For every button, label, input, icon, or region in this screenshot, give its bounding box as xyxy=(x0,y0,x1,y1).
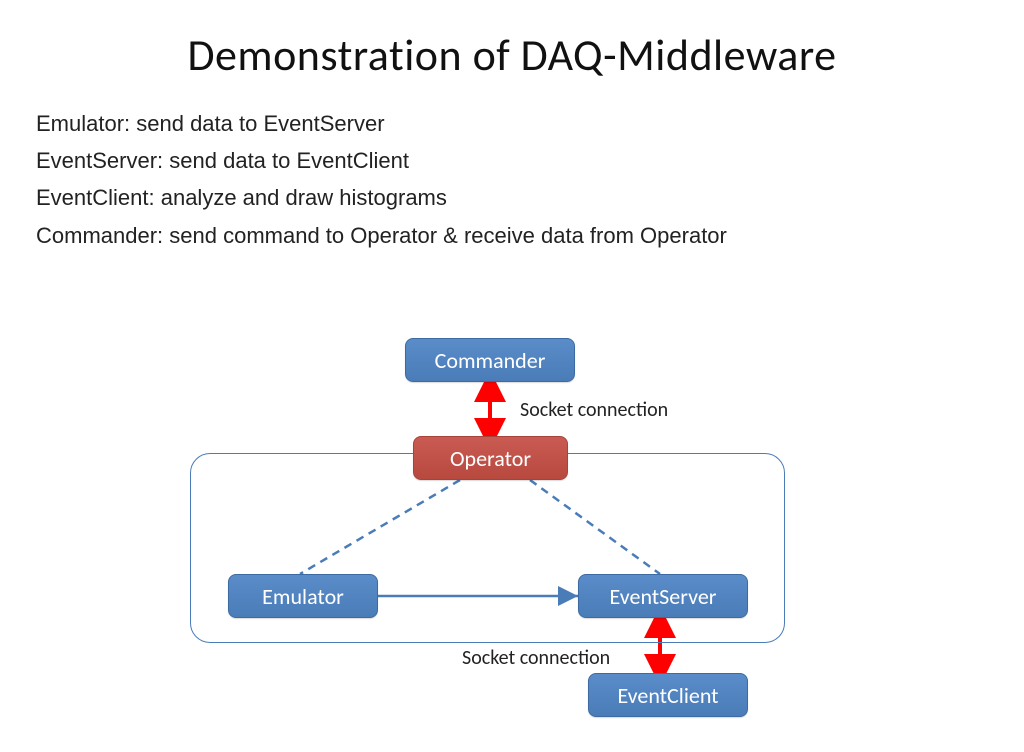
label-socket-top: Socket connection xyxy=(520,398,668,422)
node-operator: Operator xyxy=(413,436,568,480)
label-socket-bottom: Socket connection xyxy=(462,646,610,670)
desc-eventclient: EventClient: analyze and draw histograms xyxy=(36,180,1024,215)
node-emulator: Emulator xyxy=(228,574,378,618)
node-commander: Commander xyxy=(405,338,575,382)
architecture-diagram: Commander Operator Emulator EventServer … xyxy=(0,328,1024,752)
desc-commander: Commander: send command to Operator & re… xyxy=(36,218,1024,253)
node-eventserver: EventServer xyxy=(578,574,748,618)
desc-emulator: Emulator: send data to EventServer xyxy=(36,106,1024,141)
desc-eventserver: EventServer: send data to EventClient xyxy=(36,143,1024,178)
page-title: Demonstration of DAQ-Middleware xyxy=(0,28,1024,82)
node-eventclient: EventClient xyxy=(588,673,748,717)
description-block: Emulator: send data to EventServer Event… xyxy=(36,106,1024,253)
